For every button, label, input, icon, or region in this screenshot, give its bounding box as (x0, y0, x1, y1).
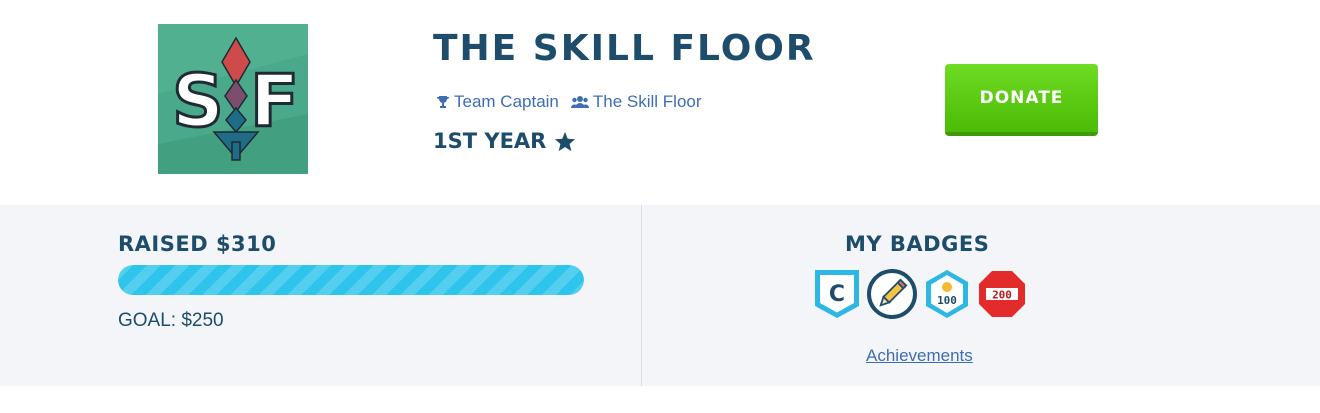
team-link[interactable]: The Skill Floor (570, 92, 702, 112)
progress-bar-fill (118, 265, 584, 295)
pencil-badge-icon[interactable] (867, 269, 917, 319)
captain-badge-label: C (829, 282, 845, 307)
team-captain-link[interactable]: Team Captain (436, 92, 559, 112)
progress-bar (118, 265, 584, 295)
star-icon (554, 131, 576, 152)
avatar-letter-f: F (250, 59, 299, 143)
badges-title: MY BADGES (845, 232, 990, 256)
panel-divider (641, 205, 642, 386)
avatar-letter-s: S (172, 59, 224, 143)
tenure-label: 1ST YEAR (433, 129, 547, 153)
team-captain-label: Team Captain (454, 92, 559, 111)
team-avatar: S F (158, 24, 308, 174)
users-icon (570, 95, 589, 109)
donate-button[interactable]: DONATE (945, 64, 1098, 136)
donation-100-badge-label: 100 (937, 294, 957, 307)
goal-amount: GOAL: $250 (118, 310, 224, 331)
badges-list: C 100 200 (813, 268, 1033, 320)
stop-200-badge-label: 200 (992, 289, 1012, 302)
achievements-link[interactable]: Achievements (866, 346, 973, 366)
stats-panel: RAISED $310 GOAL: $250 MY BADGES C 100 2… (0, 205, 1320, 386)
tenure-row: 1ST YEAR (433, 129, 576, 153)
donation-100-badge-icon[interactable]: 100 (923, 268, 971, 320)
stop-200-badge-icon[interactable]: 200 (977, 269, 1027, 319)
profile-header: S F THE SKILL FLOOR Team Captain The Ski… (0, 0, 1320, 205)
team-link-label: The Skill Floor (592, 92, 702, 111)
profile-meta: Team Captain The Skill Floor (436, 92, 714, 112)
profile-name: THE SKILL FLOOR (433, 28, 816, 69)
raised-amount: RAISED $310 (118, 232, 277, 256)
captain-badge-icon[interactable]: C (813, 268, 861, 320)
trophy-icon (436, 95, 450, 109)
